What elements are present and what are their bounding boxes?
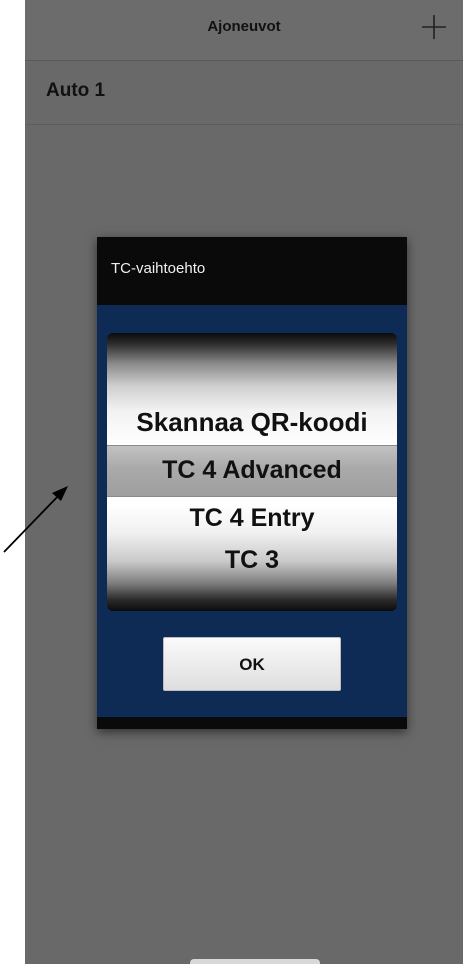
- home-indicator: [190, 959, 320, 964]
- picker-option[interactable]: TC 3: [107, 546, 397, 575]
- vehicle-name: Auto 1: [46, 80, 106, 101]
- dialog-header: TC-vaihtoehto: [97, 237, 407, 305]
- top-bar: Ajoneuvot: [25, 0, 463, 61]
- dialog-body: Skannaa QR-koodi TC 4 Advanced TC 4 Entr…: [97, 305, 407, 717]
- page-title: Ajoneuvot: [207, 18, 281, 35]
- dialog-footer: [97, 717, 407, 729]
- add-vehicle-button[interactable]: [419, 12, 449, 42]
- vehicle-list-item[interactable]: Auto 1: [25, 60, 463, 125]
- tc-option-dialog: TC-vaihtoehto Skannaa QR-koodi TC 4 Adva…: [97, 237, 407, 729]
- picker-option[interactable]: Skannaa QR-koodi: [107, 407, 397, 438]
- dialog-title: TC-vaihtoehto: [111, 260, 206, 277]
- picker-option-selected[interactable]: TC 4 Advanced: [107, 456, 397, 485]
- ok-button[interactable]: OK: [163, 637, 341, 691]
- option-picker[interactable]: Skannaa QR-koodi TC 4 Advanced TC 4 Entr…: [107, 333, 397, 611]
- picker-option[interactable]: TC 4 Entry: [107, 504, 397, 533]
- plus-icon: [422, 15, 446, 39]
